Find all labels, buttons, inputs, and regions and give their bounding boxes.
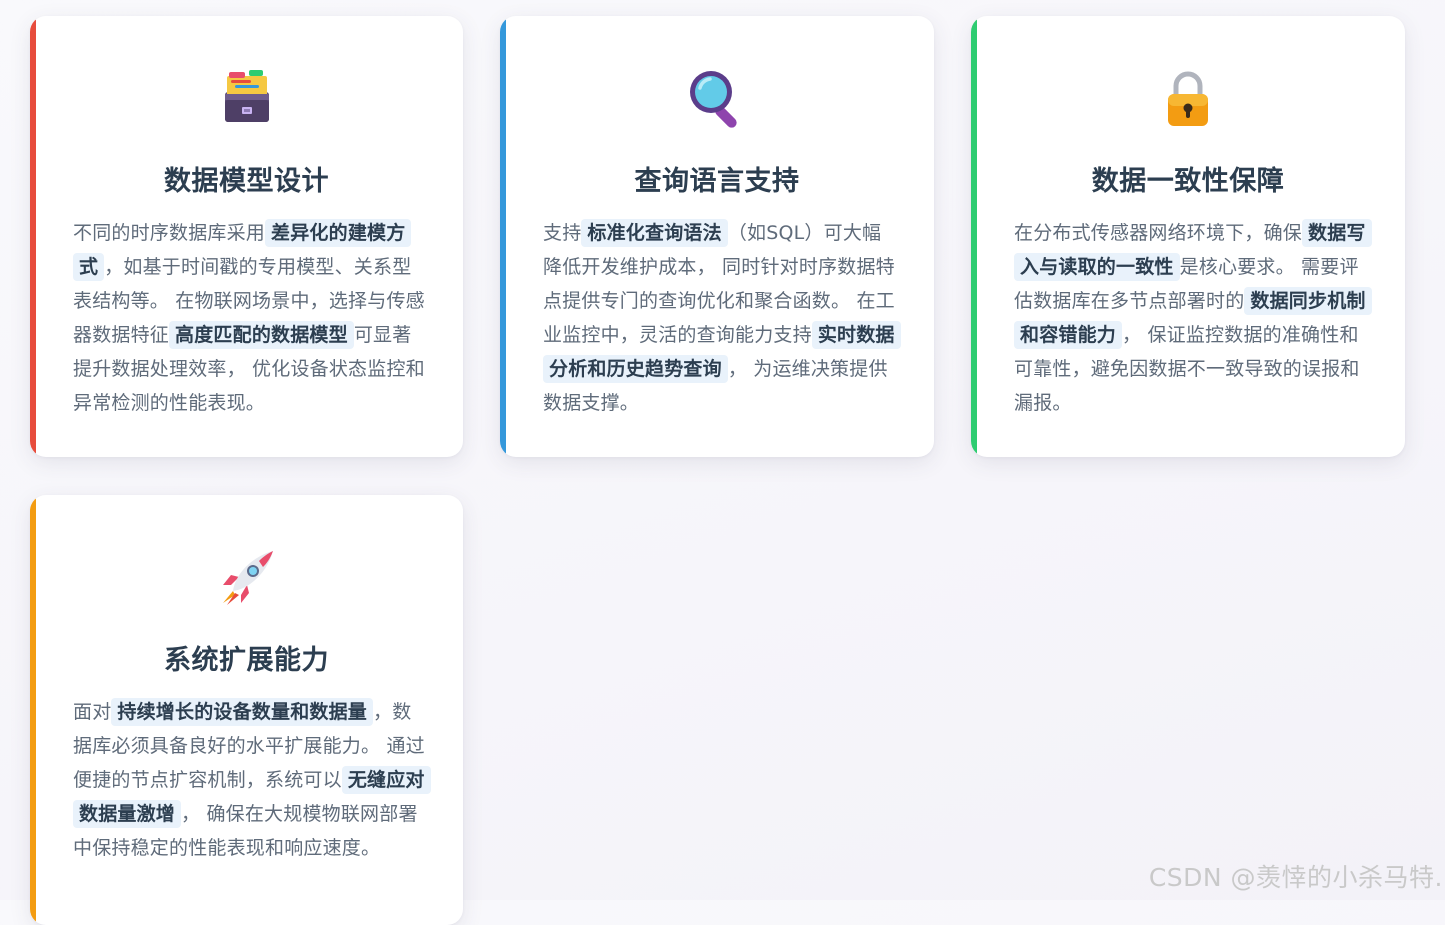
rocket-icon	[222, 551, 273, 605]
card-title: 查询语言支持	[634, 166, 800, 197]
highlight-text: 标准化查询语法	[581, 219, 728, 247]
lock-icon	[1168, 71, 1208, 126]
highlight-text: 高度匹配的数据模型	[169, 321, 354, 349]
feature-card-data-model: 数据模型设计 不同的时序数据库采用 差异化的建模方式 ，如基于时间戳的专用模型、关系…	[30, 16, 463, 457]
watermark: CSDN @羡悻的小杀马特.	[1148, 863, 1443, 892]
card-description: 面对 持续增长的设备数量和数据量 ，数据库必须具备良好的水平扩展能力。 通过便捷的节…	[73, 695, 431, 865]
highlight-text: 持续增长的设备数量和数据量	[111, 698, 374, 726]
card-description: 支持 标准化查询语法 （如SQL）可大幅降低开发维护成本， 同时针对时序数据特点提供…	[543, 216, 901, 420]
text-segment: 不同的时序数据库采用	[73, 222, 266, 244]
feature-card-data-consistency: 数据一致性保障 在分布式传感器网络环境下，确保 数据写入与读取的一致性 是核心要求。…	[971, 16, 1405, 457]
text-segment: 面对	[73, 701, 112, 723]
card-description: 在分布式传感器网络环境下，确保 数据写入与读取的一致性 是核心要求。 需要评估数据库…	[1014, 216, 1372, 420]
text-segment: 在分布式传感器网络环境下，确保	[1014, 222, 1303, 244]
feature-card-scalability: 系统扩展能力 面对 持续增长的设备数量和数据量 ，数据库必须具备良好的水平扩展能力。…	[30, 495, 463, 925]
card-file-box-icon	[224, 70, 269, 122]
card-title: 系统扩展能力	[164, 645, 329, 676]
card-description: 不同的时序数据库采用 差异化的建模方式 ，如基于时间戳的专用模型、关系型表结构等。 …	[73, 216, 425, 420]
card-title: 数据一致性保障	[1091, 166, 1285, 197]
magnifying-glass-icon	[690, 71, 737, 128]
feature-card-query-language: 查询语言支持 支持 标准化查询语法 （如SQL）可大幅降低开发维护成本， 同时针对时…	[500, 16, 934, 457]
card-title: 数据模型设计	[164, 166, 329, 197]
text-segment: 支持	[543, 222, 582, 244]
